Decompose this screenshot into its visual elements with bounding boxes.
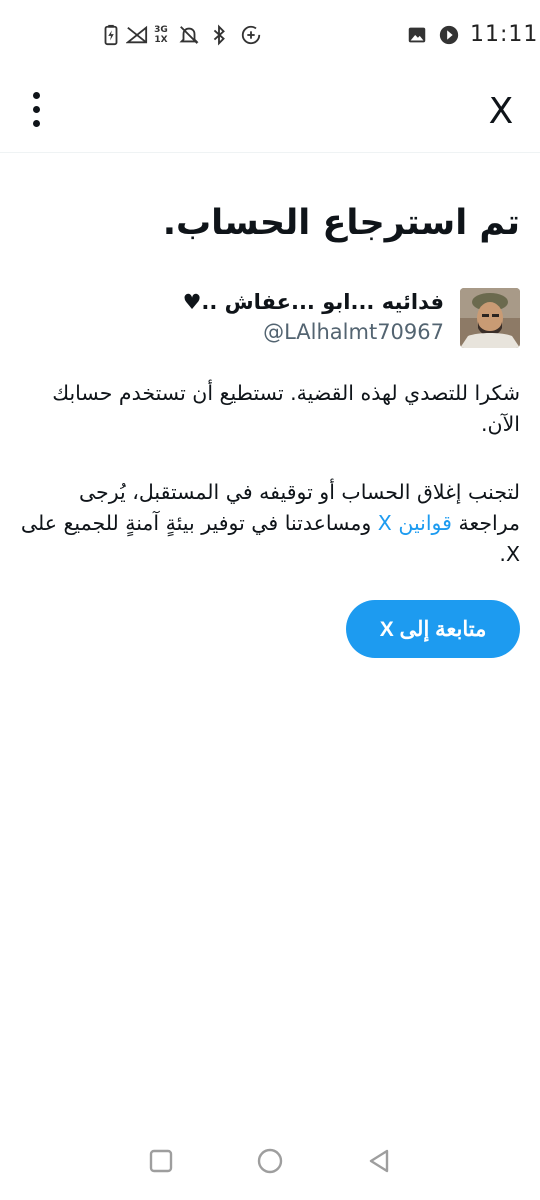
profile-card: فدائيه ...ابو ...عفاش ..♥ @LAlhalmt70967 <box>20 288 520 350</box>
battery-charging-icon <box>100 24 122 46</box>
close-button[interactable]: X <box>476 86 526 136</box>
back-button[interactable] <box>364 1146 394 1176</box>
home-button[interactable] <box>255 1146 285 1176</box>
more-vertical-icon <box>32 119 40 127</box>
continue-to-x-button[interactable]: متابعة إلى X <box>346 600 520 658</box>
x-logo: X <box>488 90 514 132</box>
rules-notice-text: لتجنب إغلاق الحساب أو توقيفه في المستقبل… <box>20 477 520 570</box>
display-name: فدائيه ...ابو ...عفاش ..♥ <box>182 290 444 314</box>
user-handle: @LAlhalmt70967 <box>263 320 444 344</box>
network-3g-label: 3G <box>154 25 168 35</box>
network-1x-label: 1X <box>154 35 168 45</box>
status-time: 11:11 <box>470 22 539 47</box>
bluetooth-icon <box>208 24 230 46</box>
app-bar: X <box>0 72 540 153</box>
play-icon <box>438 24 460 46</box>
status-bar: 3G 1X 11:11 <box>0 0 540 72</box>
more-vertical-icon <box>32 105 40 113</box>
network-3g-icon: 3G 1X <box>148 24 174 46</box>
avatar <box>460 288 520 348</box>
confirmation-text: شكرا للتصدي لهذه القضية. تستطيع أن تستخد… <box>52 381 520 436</box>
recents-button[interactable] <box>146 1146 176 1176</box>
system-nav-bar <box>0 1130 540 1192</box>
page-title: تم استرجاع الحساب. <box>162 203 520 243</box>
gallery-icon <box>406 24 428 46</box>
signal-icon <box>126 24 148 46</box>
back-icon <box>369 1149 389 1173</box>
home-icon <box>257 1148 283 1174</box>
notifications-off-icon <box>178 24 200 46</box>
recents-icon <box>149 1149 173 1173</box>
more-options-button[interactable] <box>14 84 58 134</box>
more-vertical-icon <box>32 91 40 99</box>
data-saver-icon <box>240 24 262 46</box>
rules-link[interactable]: قوانين X <box>378 511 452 535</box>
